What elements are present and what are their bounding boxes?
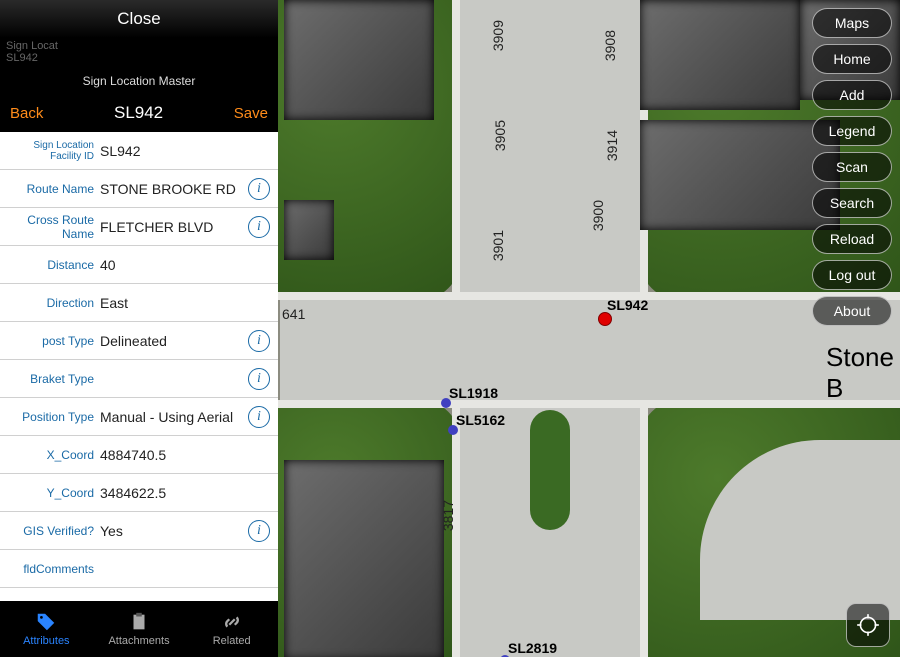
about-button[interactable]: About — [812, 296, 892, 326]
attribute-row[interactable]: Distance40 — [0, 246, 278, 284]
field-value: 4884740.5 — [100, 447, 270, 463]
reload-button[interactable]: Reload — [812, 224, 892, 254]
panel-title-bar: Back SL942 Save — [0, 94, 278, 132]
back-button[interactable]: Back — [10, 105, 43, 122]
house-number: 3817 — [440, 500, 456, 531]
attribute-form: Sign Location Facility IDSL942Route Name… — [0, 132, 278, 601]
house-number: 3908 — [602, 30, 618, 61]
map-marker-label: SL5162 — [456, 412, 505, 428]
search-button[interactable]: Search — [812, 188, 892, 218]
tab-attachments[interactable]: Attachments — [93, 601, 186, 657]
field-value: East — [100, 295, 270, 311]
detail-panel: Close Sign LocatSL942 Sign Location Mast… — [0, 0, 278, 657]
field-label: Position Type — [4, 410, 100, 424]
info-icon[interactable]: i — [248, 368, 270, 390]
house-number: 3905 — [492, 120, 508, 151]
field-value: Manual - Using Aerial — [100, 409, 248, 425]
map-marker-label: SL1918 — [449, 385, 498, 401]
field-value: STONE BROOKE RD — [100, 181, 248, 197]
crosshair-icon — [855, 612, 881, 638]
field-value: Delineated — [100, 333, 248, 349]
field-label: Cross Route Name — [4, 213, 100, 241]
field-value: 3484622.5 — [100, 485, 270, 501]
close-button[interactable]: Close — [0, 0, 278, 38]
attribute-row[interactable]: Sign Location Facility IDSL942 — [0, 132, 278, 170]
house-number: 3914 — [604, 130, 620, 161]
house-number: 641 — [282, 306, 305, 322]
attribute-row[interactable]: Route NameSTONE BROOKE RDi — [0, 170, 278, 208]
tab-attributes[interactable]: Attributes — [0, 601, 93, 657]
attribute-row[interactable]: post TypeDelineatedi — [0, 322, 278, 360]
clipboard-icon — [128, 611, 150, 633]
logout-button[interactable]: Log out — [812, 260, 892, 290]
legend-button[interactable]: Legend — [812, 116, 892, 146]
attribute-row[interactable]: GIS Verified?Yesi — [0, 512, 278, 550]
field-label: Distance — [4, 258, 100, 272]
house-number: 3900 — [590, 200, 606, 231]
map-marker-label: SL942 — [607, 297, 648, 313]
add-button[interactable]: Add — [812, 80, 892, 110]
attribute-row[interactable]: Braket Type i — [0, 360, 278, 398]
tab-label: Related — [213, 635, 251, 647]
field-label: post Type — [4, 334, 100, 348]
attribute-row[interactable]: Position TypeManual - Using Aeriali — [0, 398, 278, 436]
street-name-label: Stone B — [826, 342, 900, 404]
field-value: SL942 — [100, 143, 270, 159]
link-icon — [221, 611, 243, 633]
tab-label: Attributes — [23, 635, 69, 647]
field-label: GIS Verified? — [4, 524, 100, 538]
info-icon[interactable]: i — [248, 330, 270, 352]
panel-subtitle: Sign Location Master — [0, 68, 278, 94]
field-label: fldComments — [4, 562, 100, 576]
map-marker-label: SL2819 — [508, 640, 557, 656]
attribute-row[interactable]: Cross Route NameFLETCHER BLVDi — [0, 208, 278, 246]
field-label: Y_Coord — [4, 486, 100, 500]
attribute-row[interactable]: DirectionEast — [0, 284, 278, 322]
bottom-tabs: Attributes Attachments Related — [0, 601, 278, 657]
scan-button[interactable]: Scan — [812, 152, 892, 182]
record-title: SL942 — [114, 103, 163, 123]
tag-icon — [35, 611, 57, 633]
field-value: 40 — [100, 257, 270, 273]
home-button[interactable]: Home — [812, 44, 892, 74]
save-button[interactable]: Save — [234, 105, 268, 122]
attribute-row[interactable]: Y_Coord3484622.5 — [0, 474, 278, 512]
background-header: Sign LocatSL942 — [0, 38, 278, 68]
info-icon[interactable]: i — [248, 520, 270, 542]
attribute-row[interactable]: fldComments — [0, 550, 278, 588]
info-icon[interactable]: i — [248, 216, 270, 238]
field-label: Route Name — [4, 182, 100, 196]
field-label: Sign Location Facility ID — [4, 140, 100, 162]
house-number: 3901 — [490, 230, 506, 261]
tab-label: Attachments — [108, 635, 169, 647]
info-icon[interactable]: i — [248, 406, 270, 428]
locate-button[interactable] — [846, 603, 890, 647]
map-tools: Maps Home Add Legend Scan Search Reload … — [812, 8, 892, 326]
field-label: Direction — [4, 296, 100, 310]
house-number: 3909 — [490, 20, 506, 51]
field-label: Braket Type — [4, 372, 100, 386]
maps-button[interactable]: Maps — [812, 8, 892, 38]
field-value: FLETCHER BLVD — [100, 219, 248, 235]
tab-related[interactable]: Related — [185, 601, 278, 657]
info-icon[interactable]: i — [248, 178, 270, 200]
attribute-row[interactable]: X_Coord4884740.5 — [0, 436, 278, 474]
field-value: Yes — [100, 523, 248, 539]
field-label: X_Coord — [4, 448, 100, 462]
map-marker-selected[interactable] — [598, 312, 612, 326]
